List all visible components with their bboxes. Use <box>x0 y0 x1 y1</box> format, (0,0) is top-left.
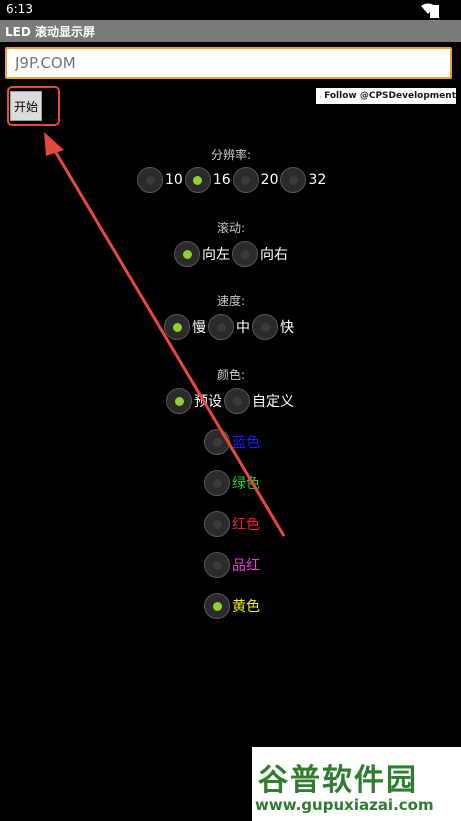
annotation-arrow <box>44 132 286 537</box>
watermark-line2: www.gupuxiazai.com <box>255 796 434 814</box>
watermark-line1: 谷普软件园 <box>258 763 418 798</box>
watermark-logo: 谷普软件园 www.gupuxiazai.com <box>252 747 461 821</box>
